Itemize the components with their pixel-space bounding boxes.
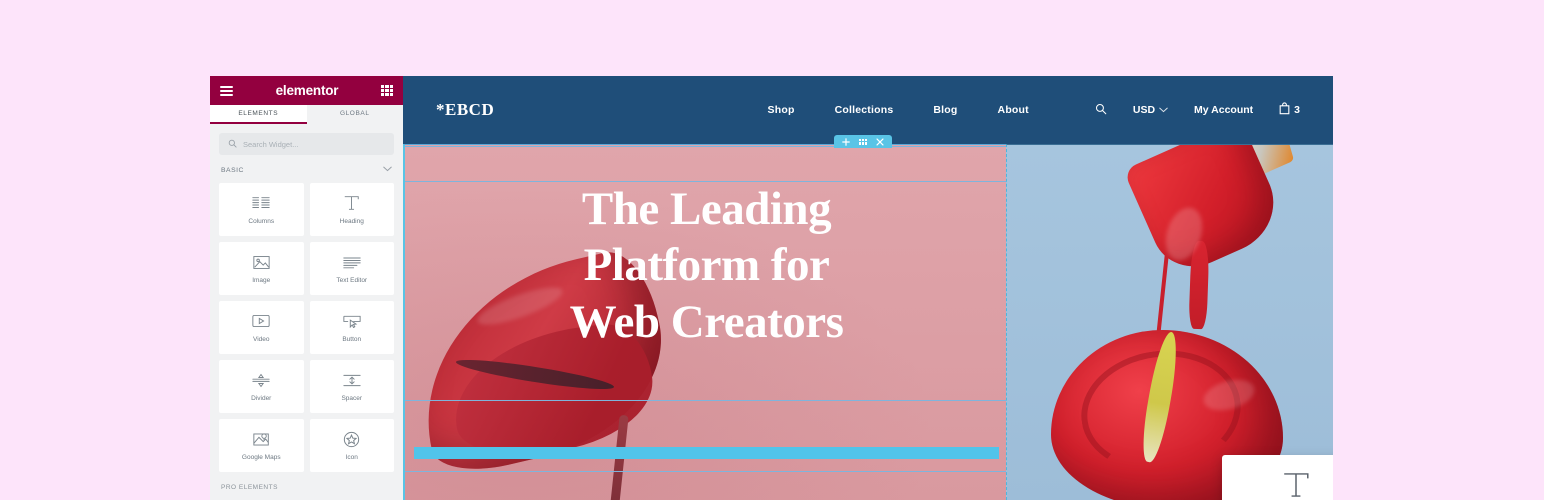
widget-label: Spacer (341, 395, 363, 402)
widget-drop-indicator (414, 447, 999, 459)
hero-heading[interactable]: The Leading Platform for Web Creators (405, 181, 1006, 350)
widget-label: Button (342, 336, 362, 343)
widget-label: Google Maps (241, 454, 281, 461)
header-search-button[interactable] (1095, 103, 1107, 118)
widget-heading[interactable]: Heading (309, 183, 394, 236)
star-circle-icon (342, 430, 362, 448)
section-title-basic: BASIC (221, 166, 244, 174)
hero-heading-line-3: Web Creators (569, 295, 844, 348)
text-editor-icon (342, 253, 362, 271)
widget-spacer[interactable]: Spacer (309, 360, 394, 413)
header-utilities: USD My Account 3 (1095, 102, 1300, 118)
divider-icon (251, 371, 271, 389)
widget-video[interactable]: Video (219, 301, 304, 354)
button-cursor-icon (342, 312, 362, 330)
guide-line-top (405, 146, 1006, 147)
nav-link-shop[interactable]: Shop (768, 104, 795, 116)
drag-ghost-heading-widget[interactable]: Heading (1222, 455, 1333, 500)
elementor-editor: elementor ELEMENTS GLOBAL BASIC (210, 76, 1333, 500)
shopping-bag-icon (1279, 102, 1290, 118)
panel-tabs: ELEMENTS GLOBAL (210, 105, 403, 124)
section-header-basic[interactable]: BASIC (219, 164, 394, 183)
chevron-down-icon[interactable] (383, 166, 392, 174)
chevron-down-icon (1159, 106, 1168, 115)
hero-heading-line-1: The Leading (581, 183, 832, 235)
site-header: *EBCD Shop Collections Blog About USD My… (403, 76, 1333, 144)
elementor-logo: elementor (275, 83, 339, 98)
search-input[interactable] (243, 139, 385, 149)
widget-label: Columns (248, 218, 275, 225)
tab-elements[interactable]: ELEMENTS (210, 105, 307, 124)
guide-line-bottom (405, 471, 1006, 472)
elementor-panel: elementor ELEMENTS GLOBAL BASIC (210, 76, 403, 500)
my-account-link[interactable]: My Account (1194, 104, 1253, 116)
drag-handle-icon[interactable] (859, 138, 867, 145)
video-play-icon (251, 312, 271, 330)
heading-t-icon (1281, 471, 1311, 500)
editor-canvas: *EBCD Shop Collections Blog About USD My… (403, 76, 1333, 500)
guide-line-heading-top (405, 181, 1006, 182)
widget-label: Text Editor (336, 277, 368, 284)
widget-grid: Columns Heading Image Text Editor Video … (219, 183, 394, 472)
widget-label: Image (252, 277, 271, 284)
plus-icon[interactable] (842, 137, 850, 146)
image-icon (251, 253, 271, 271)
currency-selector[interactable]: USD (1133, 104, 1168, 116)
columns-icon (251, 194, 271, 212)
hero-left-column[interactable]: The Leading Platform for Web Creators (403, 144, 1006, 500)
widget-google-maps[interactable]: Google Maps (219, 419, 304, 472)
close-x-icon[interactable] (876, 137, 884, 146)
site-logo[interactable]: *EBCD (436, 100, 494, 120)
widget-text-editor[interactable]: Text Editor (309, 242, 394, 295)
nav-link-blog[interactable]: Blog (933, 104, 957, 116)
panel-header: elementor (210, 76, 403, 105)
widget-image[interactable]: Image (219, 242, 304, 295)
widget-search-box[interactable] (219, 133, 394, 155)
panel-body: BASIC Columns (210, 124, 403, 500)
my-account-label: My Account (1194, 104, 1254, 116)
section-toolbar (834, 135, 892, 148)
main-navigation: Shop Collections Blog About (768, 104, 1029, 116)
currency-label: USD (1132, 104, 1156, 116)
google-maps-icon (251, 430, 271, 448)
grid-apps-icon[interactable] (380, 84, 393, 97)
cart-button[interactable]: 3 (1279, 102, 1300, 118)
widget-label: Divider (251, 395, 272, 402)
nav-link-collections[interactable]: Collections (835, 104, 894, 116)
hamburger-icon[interactable] (220, 85, 233, 96)
widget-divider[interactable]: Divider (219, 360, 304, 413)
hero-section: The Leading Platform for Web Creators (403, 144, 1333, 500)
widget-label: Icon (345, 454, 358, 461)
guide-line-heading-bottom (405, 400, 1006, 401)
widget-label: Video (252, 336, 270, 343)
widget-button[interactable]: Button (309, 301, 394, 354)
search-icon (1095, 103, 1107, 118)
cart-count: 3 (1294, 104, 1300, 116)
spacer-icon (342, 371, 362, 389)
pro-elements-label: PRO ELEMENTS (221, 484, 278, 491)
tab-global[interactable]: GLOBAL (306, 105, 403, 124)
widget-label: Heading (339, 218, 364, 225)
widget-columns[interactable]: Columns (219, 183, 304, 236)
widget-icon[interactable]: Icon (309, 419, 394, 472)
hero-right-column[interactable] (1006, 144, 1333, 500)
search-icon (228, 135, 237, 153)
nav-link-about[interactable]: About (998, 104, 1029, 116)
hero-heading-line-2: Platform for (583, 239, 830, 292)
heading-t-icon (342, 194, 362, 212)
